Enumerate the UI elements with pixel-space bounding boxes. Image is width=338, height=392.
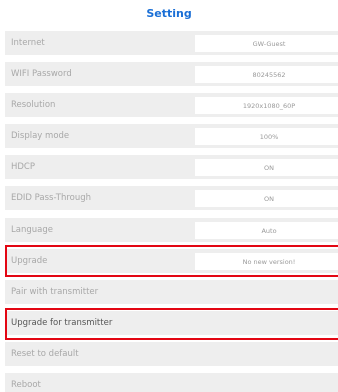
- setting-label: Reboot: [11, 380, 41, 390]
- setting-label: Resolution: [11, 100, 56, 110]
- page-title: Setting: [146, 7, 192, 20]
- setting-row-internet[interactable]: Internet GW-Guest: [5, 31, 338, 56]
- setting-row-wifi-password[interactable]: WIFI Password 80245562: [5, 62, 338, 87]
- setting-label: WIFI Password: [11, 69, 72, 79]
- setting-label: HDCP: [11, 162, 35, 172]
- setting-row-display-mode[interactable]: Display mode 100%: [5, 124, 338, 149]
- reboot-button[interactable]: Reboot: [5, 373, 338, 392]
- setting-label: Display mode: [11, 131, 70, 141]
- setting-label: Internet: [11, 38, 45, 48]
- setting-row-resolution[interactable]: Resolution 1920x1080_60P: [5, 93, 338, 118]
- setting-label: Pair with transmitter: [11, 287, 99, 297]
- setting-row-language[interactable]: Language Auto: [5, 218, 338, 243]
- hdcp-toggle[interactable]: ON: [195, 159, 338, 176]
- edid-pass-through-toggle[interactable]: ON: [195, 190, 338, 207]
- internet-value-field[interactable]: GW-Guest: [195, 35, 338, 52]
- display-mode-select[interactable]: 100%: [195, 128, 338, 145]
- setting-label: Upgrade: [11, 256, 48, 266]
- upgrade-for-transmitter-button[interactable]: Upgrade for transmitter: [5, 311, 338, 336]
- setting-label: EDID Pass-Through: [11, 193, 92, 203]
- setting-row-hdcp[interactable]: HDCP ON: [5, 155, 338, 180]
- language-select[interactable]: Auto: [195, 222, 338, 239]
- setting-label: Reset to default: [11, 349, 79, 359]
- setting-label: Language: [11, 225, 53, 235]
- upgrade-status-field[interactable]: No new version!: [195, 253, 338, 270]
- setting-label: Upgrade for transmitter: [11, 318, 113, 328]
- setting-row-upgrade[interactable]: Upgrade No new version!: [5, 249, 338, 274]
- resolution-select[interactable]: 1920x1080_60P: [195, 97, 338, 114]
- setting-row-edid-pass-through[interactable]: EDID Pass-Through ON: [5, 186, 338, 211]
- reset-to-default-button[interactable]: Reset to default: [5, 342, 338, 367]
- wifi-password-field[interactable]: 80245562: [195, 66, 338, 83]
- pair-with-transmitter-button[interactable]: Pair with transmitter: [5, 280, 338, 305]
